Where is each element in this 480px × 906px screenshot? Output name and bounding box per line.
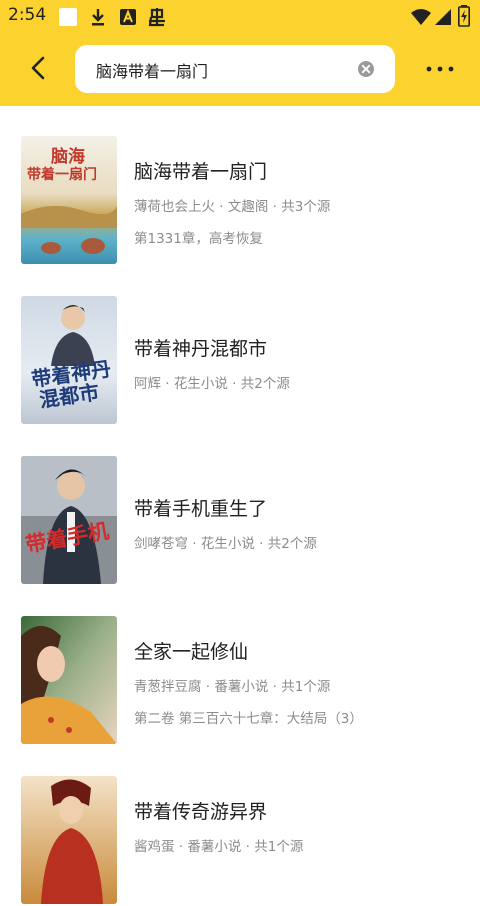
book-meta: 酱鸡蛋 · 番薯小说 · 共1个源	[134, 839, 304, 855]
search-query[interactable]: 脑海带着一扇门	[96, 58, 208, 82]
book-title: 脑海带着一扇门	[134, 161, 268, 183]
book-meta: 剑哮苍穹 · 花生小说 · 共2个源	[134, 536, 317, 552]
wifi-icon	[411, 9, 431, 25]
signal-icon	[435, 9, 451, 25]
book-cover	[21, 776, 117, 904]
status-time: 2:54	[8, 5, 47, 25]
search-toolbar: 脑海带着一扇门	[0, 33, 480, 106]
book-cover: 带着手机	[21, 456, 117, 584]
book-result-item[interactable]: 带着神丹 混都市 带着神丹混都市 阿辉 · 花生小说 · 共2个源	[0, 266, 480, 426]
book-cover: 带着神丹 混都市	[21, 296, 117, 424]
latest-chapter: 第1331章，高考恢复	[134, 231, 263, 247]
app-header: 2:54 脑海带着一扇门	[0, 0, 480, 106]
book-title: 带着神丹混都市	[134, 338, 268, 360]
back-arrow-icon[interactable]	[20, 50, 56, 86]
book-result-item[interactable]: 带着手机 带着手机重生了 剑哮苍穹 · 花生小说 · 共2个源	[0, 426, 480, 586]
search-input[interactable]: 脑海带着一扇门	[75, 45, 395, 93]
book-title: 全家一起修仙	[134, 641, 249, 663]
battery-charging-icon	[458, 5, 470, 27]
book-title: 带着手机重生了	[134, 498, 268, 520]
book-result-item[interactable]: 全家一起修仙 青葱拌豆腐 · 番薯小说 · 共1个源 第二卷 第三百六十七章：大…	[0, 586, 480, 746]
download-icon	[92, 9, 104, 26]
bug-app-icon	[148, 8, 165, 27]
latest-chapter: 第二卷 第三百六十七章：大结局（3）	[134, 711, 363, 727]
book-meta: 青葱拌豆腐 · 番薯小说 · 共1个源	[134, 679, 331, 695]
book-cover	[21, 616, 117, 744]
book-meta: 阿辉 · 花生小说 · 共2个源	[134, 376, 290, 392]
book-title: 带着传奇游异界	[134, 801, 268, 823]
book-cover: 脑海 带着一扇门	[21, 136, 117, 264]
book-result-item[interactable]: 带着传奇游异界 酱鸡蛋 · 番薯小说 · 共1个源	[0, 746, 480, 906]
cover-title-line2: 带着一扇门	[27, 167, 97, 183]
clear-search-icon[interactable]	[356, 59, 376, 79]
book-result-item[interactable]: 脑海 带着一扇门 脑海带着一扇门 薄荷也会上火 · 文趣阁 · 共3个源 第13…	[0, 106, 480, 266]
more-options-icon[interactable]	[420, 55, 460, 83]
app-a-icon	[120, 9, 136, 25]
book-meta: 薄荷也会上火 · 文趣阁 · 共3个源	[134, 199, 331, 215]
notification-square-icon	[59, 8, 77, 26]
status-bar: 2:54	[0, 0, 480, 33]
